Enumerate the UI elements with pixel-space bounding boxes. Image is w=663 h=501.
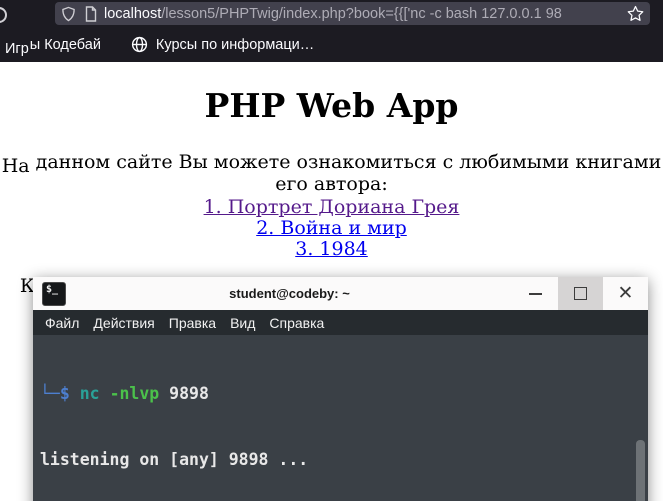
prompt: └─$ <box>40 384 70 403</box>
browser-chrome: localhost/lesson5/PHPTwig/index.php?book… <box>0 0 663 62</box>
book-link-1[interactable]: 1. Портрет Дориана Грея <box>0 197 663 218</box>
terminal-scrollbar[interactable] <box>636 440 645 501</box>
terminal-app-icon: $_ <box>42 281 66 306</box>
terminal-titlebar[interactable]: $_ student@codeby: ~ ✕ <box>33 277 648 310</box>
command-argument: 9898 <box>169 384 209 403</box>
intro-text: На данном сайте Вы можете ознакомиться с… <box>0 151 663 195</box>
shield-icon <box>62 6 75 21</box>
close-button[interactable]: ✕ <box>603 277 648 310</box>
page-icon[interactable] <box>84 5 98 22</box>
terminal-output[interactable]: └─$ nc -nlvp 9898 listening on [any] 989… <box>33 335 648 501</box>
intro-start: На <box>1 155 30 177</box>
close-icon: ✕ <box>617 283 634 304</box>
book-links: 1. Портрет Дориана Грея 2. Война и мир 3… <box>0 197 663 260</box>
screen: localhost/lesson5/PHPTwig/index.php?book… <box>0 0 663 501</box>
bookmark-star-icon[interactable] <box>627 5 644 22</box>
command-options: -nlvp <box>109 384 160 403</box>
menu-view[interactable]: Вид <box>223 315 262 331</box>
address-bar[interactable]: localhost/lesson5/PHPTwig/index.php?book… <box>55 2 650 25</box>
url-fade <box>589 2 623 25</box>
menu-help[interactable]: Справка <box>262 315 331 331</box>
terminal-menubar: Файл Действия Правка Вид Справка <box>33 310 648 335</box>
url-text[interactable]: localhost/lesson5/PHPTwig/index.php?book… <box>104 2 623 25</box>
book-link-3[interactable]: 3. 1984 <box>0 239 663 260</box>
bookmarks-bar: Игр ы Кодебай Курсы по информаци… <box>0 27 663 62</box>
book-link-2[interactable]: 2. Война и мир <box>0 218 663 239</box>
command: nc <box>79 384 100 403</box>
bookmark-label-end: ы Кодебай <box>29 36 101 53</box>
terminal-command-line: └─$ nc -nlvp 9898 <box>40 383 634 405</box>
url-host: localhost <box>104 5 162 22</box>
bookmark-label-start: Игр <box>5 40 29 57</box>
menu-file[interactable]: Файл <box>38 315 86 331</box>
minimize-icon <box>529 292 542 295</box>
globe-icon <box>131 36 148 53</box>
maximize-icon <box>574 287 587 300</box>
urlbar-row: localhost/lesson5/PHPTwig/index.php?book… <box>0 0 663 27</box>
url-path: /lesson5/PHPTwig/index.php?book={{['nc -… <box>161 5 562 22</box>
reload-icon[interactable] <box>0 7 7 23</box>
intro-rest: данном сайте Вы можете ознакомиться с лю… <box>29 151 662 195</box>
terminal-window: $_ student@codeby: ~ ✕ Файл Действия Пра… <box>33 277 648 501</box>
bookmark-label: Курсы по информаци… <box>155 36 315 53</box>
maximize-button[interactable] <box>558 277 603 310</box>
bookmark-item-games[interactable]: Игр ы Кодебай <box>5 36 101 57</box>
menu-actions[interactable]: Действия <box>86 315 161 331</box>
terminal-title: student@codeby: ~ <box>229 286 350 301</box>
page-title: PHP Web App <box>204 86 459 125</box>
menu-edit[interactable]: Правка <box>162 315 223 331</box>
bookmark-item-courses[interactable]: Курсы по информаци… <box>131 36 314 53</box>
minimize-button[interactable] <box>513 277 558 310</box>
terminal-line: listening on [any] 9898 ... <box>40 450 309 469</box>
